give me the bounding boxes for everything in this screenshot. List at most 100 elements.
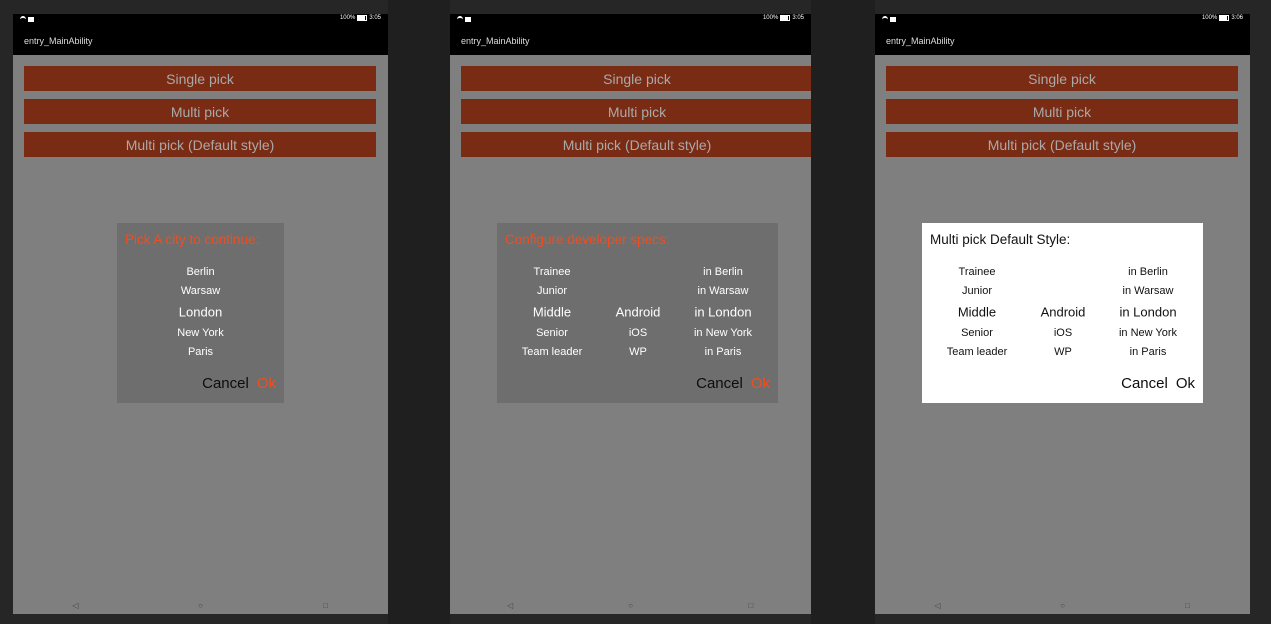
status-icons-left — [882, 16, 896, 23]
dialog-actions: Cancel Ok — [202, 375, 276, 392]
picker-option[interactable]: Team leader — [937, 346, 1017, 358]
cancel-button[interactable]: Cancel — [696, 375, 743, 392]
picker-option-selected[interactable]: Android — [598, 305, 678, 320]
picker-option[interactable]: in Paris — [1103, 346, 1193, 358]
picker-option[interactable]: iOS — [598, 327, 678, 339]
picker-option[interactable]: WP — [598, 346, 678, 358]
picker-option[interactable]: Warsaw — [117, 285, 284, 297]
battery-percent: 100% — [339, 15, 356, 21]
recents-icon[interactable]: □ — [1125, 596, 1250, 614]
picker-option[interactable]: Junior — [512, 285, 592, 297]
picker-option-selected[interactable]: in London — [1103, 305, 1193, 320]
status-icons-left — [457, 16, 471, 23]
picker-option[interactable]: iOS — [1023, 327, 1103, 339]
picker-column-level[interactable]: Trainee Junior Middle Senior Team leader — [937, 263, 1017, 363]
picker-option[interactable]: Berlin — [117, 266, 284, 278]
app-title: entry_MainAbility — [461, 36, 530, 46]
battery-percent: 100% — [762, 15, 779, 21]
picker-option[interactable]: Trainee — [512, 266, 592, 278]
wifi-icon — [882, 16, 888, 23]
picker-column-level[interactable]: Trainee Junior Middle Senior Team leader — [512, 263, 592, 363]
status-bar: 100% 3:05 — [13, 14, 388, 25]
picker-column-platform[interactable]: Android iOS WP — [598, 263, 678, 363]
app-title: entry_MainAbility — [24, 36, 93, 46]
picker-option[interactable]: in New York — [1103, 327, 1193, 339]
dialog-title: Pick A city to continue: — [125, 232, 260, 247]
status-icons-right: 100% 3:06 — [1202, 15, 1243, 21]
clock: 3:06 — [1231, 15, 1243, 21]
screenshot-root: { "colors": { "accent": "#ee4f1f", "butt… — [0, 0, 1271, 624]
picker-option[interactable]: in New York — [678, 327, 768, 339]
ok-button[interactable]: Ok — [1176, 375, 1195, 392]
picker-option[interactable]: New York — [117, 327, 284, 339]
picker-option[interactable]: in Warsaw — [678, 285, 768, 297]
battery-icon — [357, 15, 368, 21]
city-picker-dialog: Pick A city to continue: Berlin Warsaw L… — [117, 223, 284, 403]
recents-icon[interactable]: □ — [691, 596, 811, 614]
single-pick-button[interactable]: Single pick — [24, 66, 376, 91]
picker-column-city[interactable]: Berlin Warsaw London New York Paris — [117, 263, 284, 363]
picker-option[interactable]: Team leader — [512, 346, 592, 358]
multi-pick-default-style-button[interactable]: Multi pick (Default style) — [886, 132, 1238, 157]
ok-button[interactable]: Ok — [751, 375, 770, 392]
wifi-icon — [20, 16, 26, 23]
picker-column-location[interactable]: in Berlin in Warsaw in London in New Yor… — [678, 263, 768, 363]
default-style-picker-dialog: Multi pick Default Style: Trainee Junior… — [922, 223, 1203, 403]
picker-option[interactable]: in Berlin — [1103, 266, 1193, 278]
app-bar: entry_MainAbility — [13, 25, 388, 55]
picker-column-platform[interactable]: Android iOS WP — [1023, 263, 1103, 363]
picker-option[interactable]: Junior — [937, 285, 1017, 297]
cancel-button[interactable]: Cancel — [202, 375, 249, 392]
sim-icon — [28, 17, 34, 22]
app-bar: entry_MainAbility — [450, 25, 811, 55]
picker-option-selected[interactable]: Middle — [937, 305, 1017, 320]
picker-option-selected[interactable]: Middle — [512, 305, 592, 320]
status-bar: 100% 3:06 — [875, 14, 1250, 25]
dialog-actions: Cancel Ok — [1121, 375, 1195, 392]
status-icons-right: 100% 3:05 — [340, 15, 381, 21]
divider-gap — [811, 0, 875, 624]
battery-icon — [1219, 15, 1230, 21]
single-pick-button[interactable]: Single pick — [886, 66, 1238, 91]
battery-icon — [780, 15, 791, 21]
picker-option[interactable]: Senior — [512, 327, 592, 339]
dialog-title: Multi pick Default Style: — [930, 232, 1071, 247]
multi-pick-button[interactable]: Multi pick — [461, 99, 811, 124]
multi-pick-button[interactable]: Multi pick — [24, 99, 376, 124]
home-icon[interactable]: ○ — [138, 596, 263, 614]
picker-option-selected[interactable]: London — [117, 305, 284, 320]
picker-option[interactable]: in Berlin — [678, 266, 768, 278]
multi-pick-default-style-button[interactable]: Multi pick (Default style) — [24, 132, 376, 157]
cancel-button[interactable]: Cancel — [1121, 375, 1168, 392]
home-icon[interactable]: ○ — [570, 596, 690, 614]
picker-option-selected[interactable]: Android — [1023, 305, 1103, 320]
app-bar: entry_MainAbility — [875, 25, 1250, 55]
clock: 3:05 — [792, 15, 804, 21]
picker-option[interactable]: Paris — [117, 346, 284, 358]
back-icon[interactable]: ◁ — [13, 596, 138, 614]
navigation-bar: ◁ ○ □ — [875, 596, 1250, 614]
back-icon[interactable]: ◁ — [450, 596, 570, 614]
multi-pick-default-style-button[interactable]: Multi pick (Default style) — [461, 132, 811, 157]
single-pick-button[interactable]: Single pick — [461, 66, 811, 91]
status-icons-right: 100% 3:05 — [763, 15, 804, 21]
picker-column-location[interactable]: in Berlin in Warsaw in London in New Yor… — [1103, 263, 1193, 363]
recents-icon[interactable]: □ — [263, 596, 388, 614]
home-icon[interactable]: ○ — [1000, 596, 1125, 614]
multi-pick-button[interactable]: Multi pick — [886, 99, 1238, 124]
picker-option[interactable]: in Paris — [678, 346, 768, 358]
picker-option-selected[interactable]: in London — [678, 305, 768, 320]
picker-option[interactable]: Trainee — [937, 266, 1017, 278]
back-icon[interactable]: ◁ — [875, 596, 1000, 614]
dialog-actions: Cancel Ok — [696, 375, 770, 392]
ok-button[interactable]: Ok — [257, 375, 276, 392]
phone-screen-multi-pick: 100% 3:05 entry_MainAbility Single pick … — [450, 14, 811, 614]
navigation-bar: ◁ ○ □ — [450, 596, 811, 614]
navigation-bar: ◁ ○ □ — [13, 596, 388, 614]
picker-option[interactable]: WP — [1023, 346, 1103, 358]
picker-option[interactable]: in Warsaw — [1103, 285, 1193, 297]
phone-screen-multi-pick-default-style: 100% 3:06 entry_MainAbility Single pick … — [875, 14, 1250, 614]
phone-screen-single-pick: 100% 3:05 entry_MainAbility Single pick … — [13, 14, 388, 614]
battery-percent: 100% — [1201, 15, 1218, 21]
picker-option[interactable]: Senior — [937, 327, 1017, 339]
